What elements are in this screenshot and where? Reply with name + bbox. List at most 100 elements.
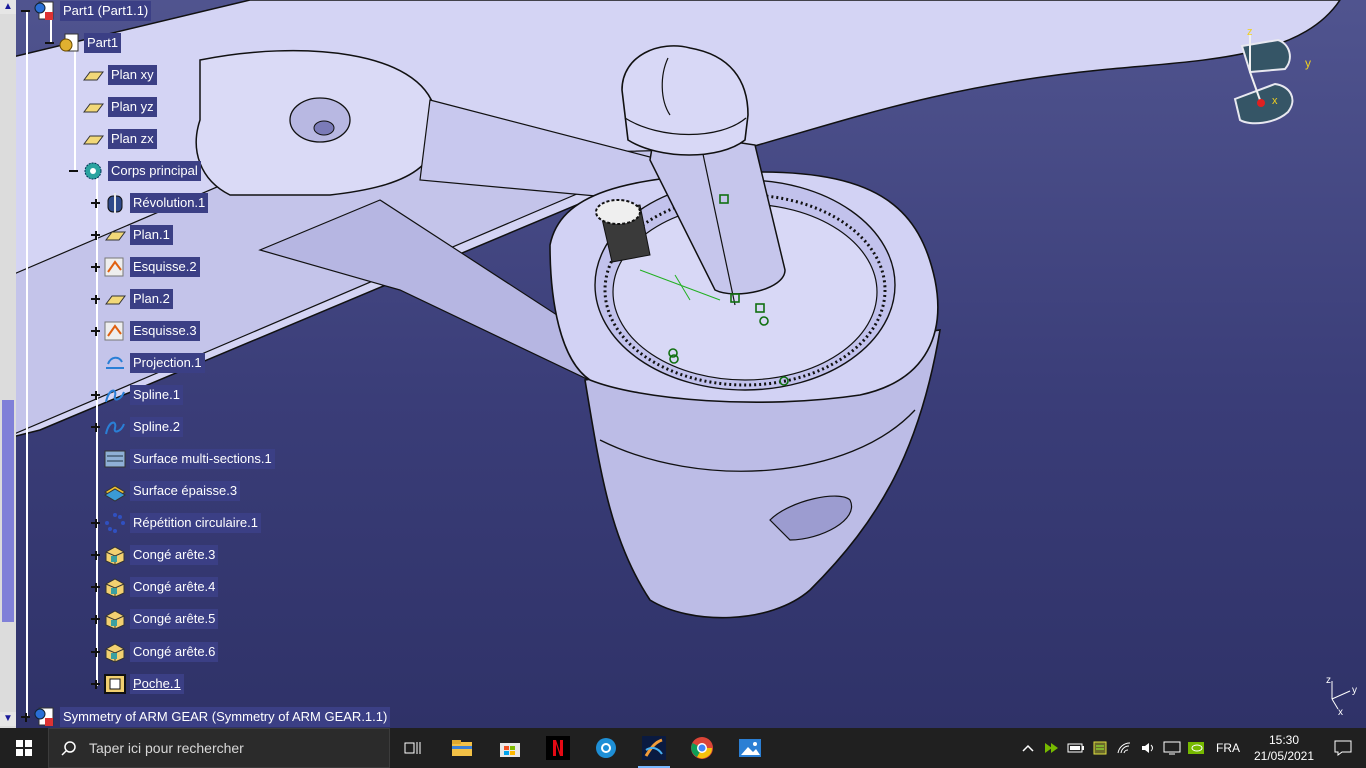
- speaker-icon: [1142, 743, 1153, 753]
- tree-item[interactable]: Poche.1: [90, 673, 184, 695]
- tree-label-root[interactable]: Part1 (Part1.1): [60, 1, 152, 21]
- compass-z-label: z: [1247, 26, 1253, 38]
- tree-item-label[interactable]: Corps principal: [108, 161, 201, 181]
- tree-item-label[interactable]: Esquisse.3: [130, 321, 200, 341]
- tree-item-label[interactable]: Plan.2: [130, 289, 173, 309]
- tree-item-label[interactable]: Plan zx: [108, 129, 157, 149]
- tree-item-label[interactable]: Projection.1: [130, 353, 205, 373]
- tree-item[interactable]: Plan.1: [90, 224, 173, 246]
- task-view-button[interactable]: [390, 728, 438, 768]
- expand-icon[interactable]: [90, 518, 101, 529]
- tree-item[interactable]: Plan xy: [68, 64, 157, 86]
- app-tray[interactable]: [1088, 728, 1112, 768]
- expand-icon[interactable]: [90, 198, 101, 209]
- expand-icon[interactable]: [90, 422, 101, 433]
- expand-icon[interactable]: [90, 230, 101, 241]
- tree-item-label[interactable]: Plan.1: [130, 225, 173, 245]
- display-tray[interactable]: [1160, 728, 1184, 768]
- tree-node-root[interactable]: Part1 (Part1.1): [20, 0, 152, 22]
- tree-item[interactable]: Plan yz: [68, 96, 157, 118]
- expand-icon[interactable]: [20, 712, 31, 723]
- taskbar-search-box[interactable]: [48, 728, 390, 768]
- chrome-icon: [691, 737, 713, 759]
- tree-item-label[interactable]: Esquisse.2: [130, 257, 200, 277]
- tree-item[interactable]: Corps principal: [68, 160, 201, 182]
- tree-item-label[interactable]: Congé arête.4: [130, 577, 219, 597]
- nvidia-tray[interactable]: [1184, 728, 1208, 768]
- expand-icon[interactable]: [90, 582, 101, 593]
- input-language[interactable]: FRA: [1208, 741, 1248, 755]
- tree-item[interactable]: Congé arête.3: [90, 544, 219, 566]
- tree-item[interactable]: Spline.1: [90, 384, 183, 406]
- tree-item-label[interactable]: Congé arête.3: [130, 545, 219, 565]
- tree-item-label[interactable]: Répétition circulaire.1: [130, 513, 262, 533]
- collapse-icon[interactable]: [68, 166, 79, 177]
- microsoft-store-button[interactable]: [486, 728, 534, 768]
- expand-icon[interactable]: [90, 647, 101, 658]
- tree-item[interactable]: Projection.1: [90, 352, 205, 374]
- tree-item-label[interactable]: Révolution.1: [130, 193, 209, 213]
- scroll-down-arrow-icon[interactable]: ▼: [0, 712, 16, 726]
- tree-label-symmetry[interactable]: Symmetry of ARM GEAR (Symmetry of ARM GE…: [60, 707, 391, 727]
- tree-item[interactable]: Esquisse.3: [90, 320, 200, 342]
- plane-icon: [81, 64, 105, 86]
- catia-button[interactable]: [630, 728, 678, 768]
- tree-item-label[interactable]: Poche.1: [130, 674, 184, 694]
- tree-node-symmetry[interactable]: Symmetry of ARM GEAR (Symmetry of ARM GE…: [20, 706, 391, 728]
- tree-item-label[interactable]: Plan yz: [108, 97, 157, 117]
- tree-item[interactable]: Plan.2: [90, 288, 173, 310]
- view-compass[interactable]: z y x: [1230, 24, 1320, 139]
- tree-item-label[interactable]: Surface épaisse.3: [130, 481, 241, 501]
- nvidia-geforce-tray[interactable]: [1040, 728, 1064, 768]
- show-hidden-icons-button[interactable]: [1016, 728, 1040, 768]
- tree-item-label[interactable]: Congé arête.5: [130, 609, 219, 629]
- expand-icon[interactable]: [90, 679, 101, 690]
- tree-item[interactable]: Révolution.1: [90, 192, 209, 214]
- tree-item-label[interactable]: Spline.2: [130, 417, 183, 437]
- volume-tray[interactable]: [1136, 728, 1160, 768]
- tree-item[interactable]: Surface épaisse.3: [90, 480, 241, 502]
- collapse-icon[interactable]: [20, 6, 31, 17]
- tree-item[interactable]: Congé arête.6: [90, 641, 219, 663]
- windows-start-icon: [16, 740, 32, 756]
- tree-item-label[interactable]: Plan xy: [108, 65, 157, 85]
- tree-label-part[interactable]: Part1: [84, 33, 122, 53]
- netflix-button[interactable]: [534, 728, 582, 768]
- collapse-icon[interactable]: [44, 38, 55, 49]
- tree-item[interactable]: Surface multi-sections.1: [90, 448, 275, 470]
- expand-icon[interactable]: [90, 294, 101, 305]
- expand-icon[interactable]: [90, 262, 101, 273]
- tree-item[interactable]: Plan zx: [68, 128, 157, 150]
- start-button[interactable]: [0, 728, 48, 768]
- plane-icon: [103, 224, 127, 246]
- photos-button[interactable]: [726, 728, 774, 768]
- tree-item[interactable]: Congé arête.5: [90, 608, 219, 630]
- tree-item-label[interactable]: Spline.1: [130, 385, 183, 405]
- system-clock[interactable]: 15:30 21/05/2021: [1248, 732, 1320, 764]
- tree-node-part[interactable]: Part1: [44, 32, 122, 54]
- edge-fillet-icon: [103, 608, 127, 630]
- file-explorer-button[interactable]: [438, 728, 486, 768]
- edge-button[interactable]: [582, 728, 630, 768]
- tree-item-label[interactable]: Surface multi-sections.1: [130, 449, 275, 469]
- scrollbar-thumb[interactable]: [2, 400, 14, 622]
- edge-fillet-icon: [103, 544, 127, 566]
- tree-item-label[interactable]: Congé arête.6: [130, 642, 219, 662]
- expand-icon[interactable]: [90, 550, 101, 561]
- expand-icon[interactable]: [90, 390, 101, 401]
- tree-vertical-scrollbar[interactable]: ▲ ▼: [0, 0, 16, 728]
- battery-tray[interactable]: [1064, 728, 1088, 768]
- network-tray[interactable]: [1112, 728, 1136, 768]
- chrome-button[interactable]: [678, 728, 726, 768]
- clock-date: 21/05/2021: [1253, 749, 1315, 763]
- search-input[interactable]: [89, 740, 379, 756]
- tree-item[interactable]: Répétition circulaire.1: [90, 512, 262, 534]
- expand-icon[interactable]: [90, 614, 101, 625]
- tree-item[interactable]: Congé arête.4: [90, 576, 219, 598]
- tree-item[interactable]: Spline.2: [90, 416, 183, 438]
- tree-item[interactable]: Esquisse.2: [90, 256, 200, 278]
- expand-icon[interactable]: [90, 326, 101, 337]
- scroll-up-arrow-icon[interactable]: ▲: [0, 0, 16, 14]
- triad-y-label: y: [1352, 685, 1357, 696]
- action-center-button[interactable]: [1320, 728, 1366, 768]
